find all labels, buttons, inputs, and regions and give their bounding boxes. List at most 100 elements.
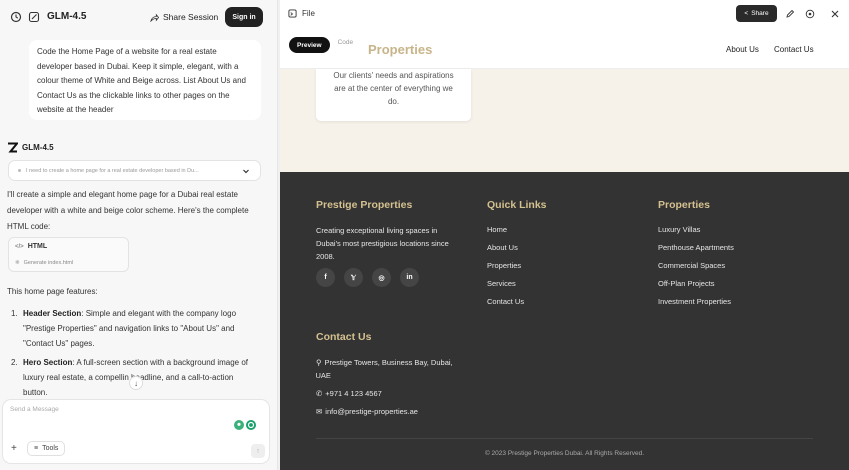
edit-icon[interactable]	[785, 9, 795, 19]
tools-label: Tools	[42, 445, 59, 452]
file-button[interactable]: File	[288, 9, 315, 18]
feature-number: 2.	[11, 358, 18, 367]
footer-divider	[316, 438, 813, 439]
file-label: File	[302, 9, 315, 18]
footer-brand-title: Prestige Properties	[316, 199, 413, 211]
card-line: do.	[387, 97, 400, 106]
share-button[interactable]: < Share	[736, 5, 777, 22]
preview-code-toggle[interactable]: Preview Code	[289, 37, 362, 53]
feature-title: Header Section	[23, 309, 82, 318]
footer-brand-line: 2008.	[316, 252, 335, 261]
footer-copyright: © 2023 Prestige Properties Dubai. All Ri…	[484, 450, 645, 457]
phone-number[interactable]: +971 4 123 4567	[325, 387, 382, 400]
nav-link-about[interactable]: About Us	[726, 45, 759, 54]
footer-properties-list: Luxury Villas Penthouse Apartments Comme…	[658, 225, 734, 315]
code-card-subtitle-row: ❋ Generate index.html	[15, 260, 73, 266]
footer-property-link[interactable]: Off-Plan Projects	[658, 279, 734, 297]
footer-property-link[interactable]: Investment Properties	[658, 297, 734, 315]
feature-item: 1. Header Section: Simple and elegant wi…	[11, 306, 263, 351]
site-header: Preview Code Properties About Us Contact…	[280, 28, 849, 69]
location-badge-icon[interactable]	[234, 420, 244, 430]
email-address[interactable]: info@prestige-properties.ae	[325, 405, 418, 418]
message-input-placeholder[interactable]: Send a Message	[10, 406, 59, 413]
footer-link-services[interactable]: Services	[487, 279, 524, 297]
footer-property-link[interactable]: Commercial Spaces	[658, 261, 734, 279]
feature-line: "Prestige Properties" and navigation lin…	[23, 324, 235, 333]
preview-tab[interactable]: Preview	[289, 37, 330, 53]
user-message-line: developer based in Dubai. Keep it simple…	[37, 61, 239, 71]
code-card-subtitle: Generate index.html	[23, 260, 74, 266]
footer-property-link[interactable]: Luxury Villas	[658, 225, 734, 243]
model-title[interactable]: GLM-4.5	[47, 11, 86, 22]
nav-link-contact[interactable]: Contact Us	[774, 45, 814, 54]
value-card: Our clients' needs and aspirations are a…	[316, 69, 471, 121]
share-icon: <	[744, 10, 749, 17]
sign-in-button[interactable]: Sign in	[225, 7, 263, 27]
code-artifact-card[interactable]: </> HTML ❋ Generate index.html	[8, 237, 129, 272]
footer-link-about[interactable]: About Us	[487, 243, 524, 261]
footer-brand-text: Creating exceptional living spaces in Du…	[316, 224, 449, 263]
history-icon[interactable]	[10, 11, 22, 23]
footer-email: ✉ info@prestige-properties.ae	[316, 405, 418, 418]
assistant-intro: I'll create a simple and elegant home pa…	[7, 187, 269, 235]
thinking-preview: I need to create a home page for a real …	[26, 167, 199, 174]
feature-number: 1.	[11, 309, 18, 318]
chat-topbar: GLM-4.5 Share Session Sign in	[0, 0, 277, 34]
new-chat-icon[interactable]	[28, 11, 40, 23]
user-message-line: website at the header	[37, 105, 114, 114]
footer-link-home[interactable]: Home	[487, 225, 524, 243]
linkedin-icon[interactable]: in	[400, 268, 419, 287]
share-label: Share	[751, 10, 769, 17]
card-line: Our clients' needs and aspirations	[333, 71, 454, 80]
close-icon[interactable]	[830, 9, 840, 19]
instagram-icon[interactable]: ◎	[372, 268, 391, 287]
footer-brand-line: Dubai's most prestigious locations since	[316, 239, 449, 248]
share-session-button[interactable]: Share Session	[150, 10, 218, 24]
footer-address: ⚲ Prestige Towers, Business Bay, Dubai, …	[316, 356, 453, 382]
file-icon	[288, 9, 297, 18]
settings-icon[interactable]	[805, 9, 815, 19]
thinking-dot-icon	[18, 169, 21, 172]
footer-properties-title: Properties	[658, 199, 710, 211]
grammarly-icon[interactable]	[246, 420, 256, 430]
footer-property-link[interactable]: Penthouse Apartments	[658, 243, 734, 261]
plus-icon[interactable]: +	[11, 443, 17, 454]
assistant-header: GLM-4.5	[7, 142, 54, 153]
message-composer[interactable]: Send a Message + ≡ Tools ↑	[2, 399, 270, 464]
footer-brand-line: Creating exceptional living spaces in	[316, 226, 438, 235]
twitter-icon[interactable]: 𝕐	[344, 268, 363, 287]
facebook-icon[interactable]: f	[316, 268, 335, 287]
user-message-line: colour theme of White and Beige across. …	[37, 76, 247, 85]
chevron-down-icon	[243, 169, 249, 174]
content-section: Our clients' needs and aspirations are a…	[280, 69, 849, 172]
user-message-line: Contact Us as the clickable links to oth…	[37, 90, 230, 100]
footer-phone: ✆ +971 4 123 4567	[316, 387, 382, 400]
site-logo[interactable]: Properties	[368, 42, 432, 57]
footer-link-contact[interactable]: Contact Us	[487, 297, 524, 315]
features-intro: This home page features:	[7, 287, 98, 296]
tools-button[interactable]: ≡ Tools	[27, 441, 66, 456]
footer-contact-title: Contact Us	[316, 331, 372, 343]
footer-link-properties[interactable]: Properties	[487, 261, 524, 279]
address-line: Prestige Towers, Business Bay, Dubai,	[324, 358, 453, 367]
thinking-toggle[interactable]: I need to create a home page for a real …	[8, 160, 261, 181]
assistant-name: GLM-4.5	[22, 143, 54, 152]
chat-panel: GLM-4.5 Share Session Sign in Code the H…	[0, 0, 277, 470]
grammar-extension-icons[interactable]	[234, 420, 256, 430]
send-button[interactable]: ↑	[251, 444, 265, 458]
preview-toolbar: File < Share	[280, 0, 849, 28]
intro-line: HTML code:	[7, 222, 51, 231]
code-tab[interactable]: Code	[330, 39, 362, 46]
code-card-header: </> HTML	[15, 243, 47, 250]
user-message: Code the Home Page of a website for a re…	[29, 40, 261, 120]
social-links: f 𝕐 ◎ in	[316, 268, 419, 287]
code-icon: </>	[15, 243, 24, 250]
share-session-label: Share Session	[163, 12, 219, 22]
feature-line: "Contact Us" pages.	[23, 339, 95, 348]
user-message-line: Code the Home Page of a website for a re…	[37, 47, 217, 56]
intro-line: I'll create a simple and elegant home pa…	[7, 190, 238, 199]
scroll-down-button[interactable]: ↓	[129, 376, 143, 390]
feature-title: Hero Section	[23, 358, 73, 367]
phone-icon: ✆	[316, 389, 323, 398]
send-icon: ↑	[256, 447, 260, 455]
